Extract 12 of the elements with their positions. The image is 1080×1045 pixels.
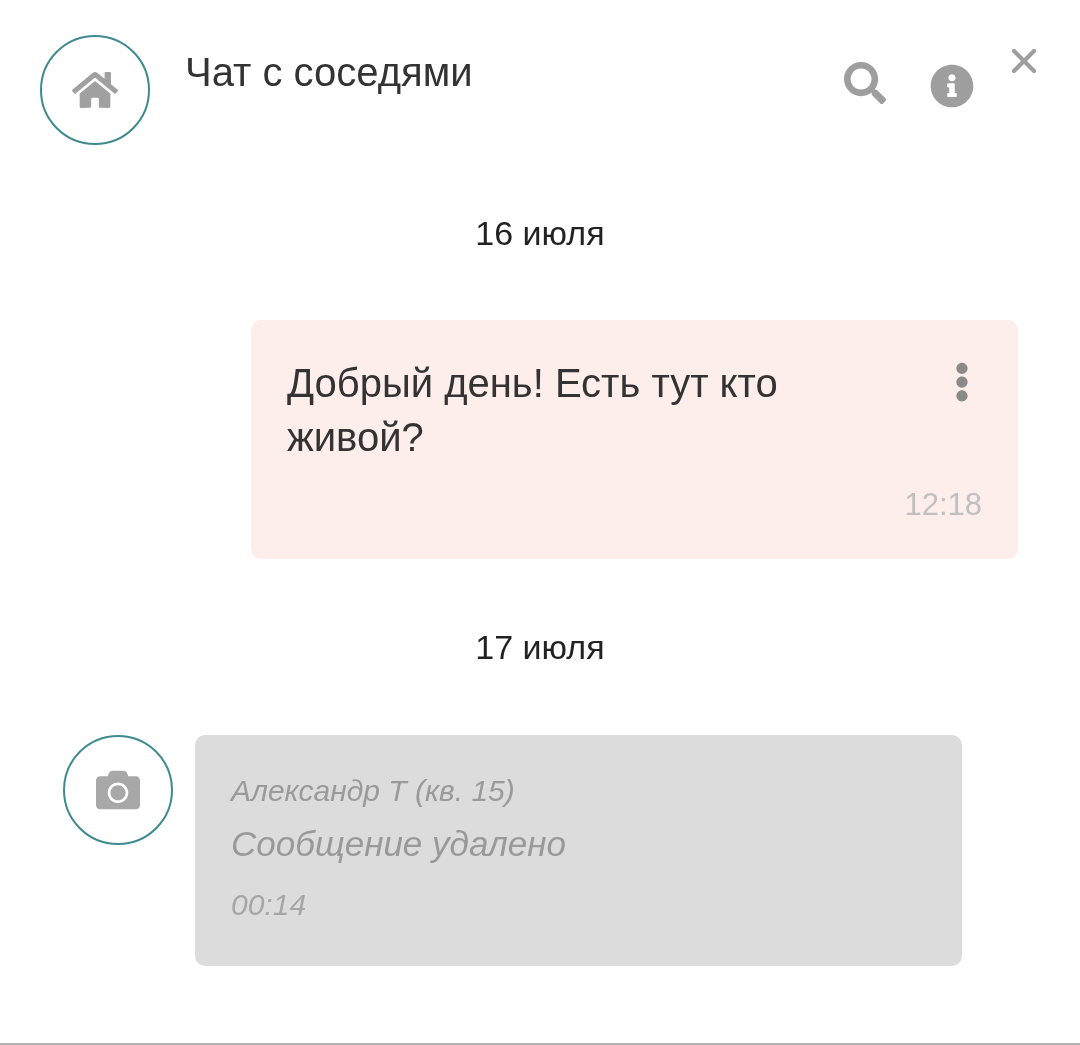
camera-icon	[96, 768, 140, 812]
message-text: Добрый день! Есть тут кто живой?	[287, 360, 779, 461]
author-name: Александр Т (кв. 15)	[231, 773, 516, 809]
chat-title: Чат с соседями	[185, 49, 473, 95]
message-time: 12:18	[904, 487, 982, 523]
search-icon[interactable]	[844, 62, 886, 104]
chat-avatar[interactable]	[40, 35, 150, 145]
info-icon[interactable]	[930, 64, 974, 108]
date-separator: 17 июля	[475, 627, 605, 667]
avatar[interactable]	[63, 735, 173, 845]
date-separator: 16 июля	[475, 213, 605, 253]
deleted-message-text: Сообщение удалено	[231, 823, 567, 865]
